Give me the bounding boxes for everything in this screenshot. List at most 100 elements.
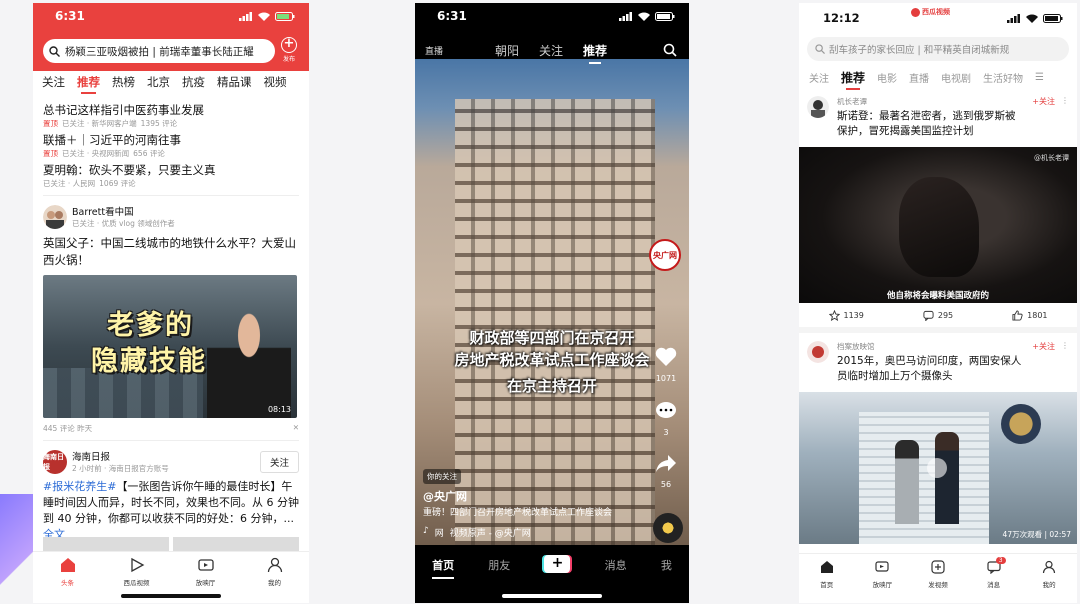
video-title[interactable]: 斯诺登：最著名泄密者，逃到俄罗斯被保护，冒死揭露美国监控计划 bbox=[837, 109, 1024, 139]
search-icon[interactable] bbox=[663, 43, 677, 57]
heart-icon bbox=[655, 347, 677, 366]
video-thumbnail[interactable]: 老爹的 隐藏技能 08:13 bbox=[43, 275, 297, 418]
person-image bbox=[895, 440, 919, 524]
pin-tag: 置顶 bbox=[43, 119, 58, 128]
nav-mine[interactable]: 我的 bbox=[255, 557, 295, 603]
play-icon[interactable] bbox=[927, 458, 947, 478]
nav-label: 我的 bbox=[1042, 581, 1056, 589]
more-icon[interactable]: ⋮ bbox=[1061, 96, 1069, 139]
tab-tv-series[interactable]: 电视剧 bbox=[941, 70, 971, 85]
hainan-post-text[interactable]: #报米花养生#【一张图告诉你午睡的最佳时长】午睡时间因人而异，时长不同，效果也不… bbox=[43, 479, 299, 543]
nav-home[interactable]: 头条 bbox=[48, 557, 88, 603]
video-thumbnail[interactable]: @机长老谭 他自称将会曝料美国政府的 bbox=[799, 147, 1077, 303]
status-bar: 12:12 西瓜视频 bbox=[799, 3, 1077, 33]
post-author[interactable]: Barrett看中国 已关注 · 优质 vlog 领域创作者 bbox=[43, 204, 299, 229]
nav-label: 我的 bbox=[268, 579, 281, 587]
music-info[interactable]: ♪ 网 视频原声 - @央广网 bbox=[423, 526, 643, 539]
nav-messages[interactable]: 消息 bbox=[605, 557, 627, 573]
tab-beijing[interactable]: 北京 bbox=[147, 74, 170, 90]
search-text: 杨颖三亚吸烟被拍 | 前瑞幸董事长陆正耀 bbox=[65, 45, 254, 58]
nav-me[interactable]: 我 bbox=[661, 557, 672, 573]
like-button[interactable]: 1139 bbox=[828, 309, 864, 321]
news-meta: 置顶 已关注 · 央视网新闻 656 评论 bbox=[43, 148, 299, 159]
tab-recommend[interactable]: 推荐 bbox=[841, 69, 865, 90]
status-time: 6:31 bbox=[55, 9, 85, 23]
tab-hot[interactable]: 热榜 bbox=[112, 74, 135, 90]
tab-courses[interactable]: 精品课 bbox=[217, 74, 252, 90]
nav-home[interactable]: 首页 bbox=[807, 560, 847, 603]
home-icon bbox=[60, 558, 75, 572]
hainan-name: 海南日报 bbox=[72, 452, 111, 463]
play-icon bbox=[130, 557, 144, 573]
comment-count: 295 bbox=[937, 310, 954, 320]
tab-follow[interactable]: 关注 bbox=[42, 74, 65, 90]
tab-live[interactable]: 直播 bbox=[909, 70, 929, 85]
share-button[interactable]: 56 bbox=[651, 451, 681, 489]
tab-video[interactable]: 视频 bbox=[264, 74, 287, 90]
video-thumbnail[interactable]: 47万次观看 | 02:57 bbox=[799, 392, 1077, 544]
search-input[interactable]: 刮车孩子的家长回应 | 和平精英自闭城新规 bbox=[807, 37, 1069, 61]
news-item[interactable]: 夏明翰：砍头不要紧，只要主义真 已关注 · 人民网 1069 评论 bbox=[43, 163, 299, 189]
follow-button[interactable]: 关注 bbox=[259, 450, 299, 473]
nav-post-video[interactable]: 发视频 bbox=[918, 560, 958, 603]
video-caption-line2: 隐藏技能 bbox=[91, 346, 207, 377]
news-title: 总书记这样指引中医药事业发展 bbox=[43, 103, 204, 117]
video-card: 机长老谭 斯诺登：最著名泄密者，逃到俄罗斯被保护，冒死揭露美国监控计划 +关注 … bbox=[799, 96, 1077, 303]
search-placeholder: 刮车孩子的家长回应 | 和平精英自闭城新规 bbox=[829, 45, 1010, 56]
post-comments: 445 评论 昨天 bbox=[43, 424, 93, 433]
nav-friends[interactable]: 朋友 bbox=[488, 557, 510, 573]
avatar[interactable] bbox=[807, 341, 829, 363]
hainan-author[interactable]: 海南日报 海南日报 2 小时前 · 海南日报官方账号 关注 bbox=[43, 449, 299, 474]
more-icon[interactable]: ⋮ bbox=[1061, 341, 1069, 384]
thumbs-up-button[interactable]: 1801 bbox=[1012, 309, 1048, 321]
news-title: 夏明翰：砍头不要紧，只要主义真 bbox=[43, 163, 216, 177]
search-bar[interactable]: 杨颖三亚吸烟被拍 | 前瑞幸董事长陆正耀 bbox=[43, 39, 275, 63]
status-bar: 6:31 bbox=[33, 3, 309, 29]
divider bbox=[43, 195, 299, 196]
post-title[interactable]: 英国父子：中国二线城市的地铁什么水平？大爱山西火锅！ bbox=[43, 235, 299, 269]
thumbs-up-icon bbox=[1012, 309, 1023, 321]
tab-chaoyang[interactable]: 朝阳 bbox=[495, 42, 519, 59]
nav-mine[interactable]: 我的 bbox=[1029, 560, 1069, 603]
tab-follow[interactable]: 关注 bbox=[809, 70, 829, 85]
like-button[interactable]: 1071 bbox=[651, 345, 681, 383]
create-button[interactable]: + bbox=[544, 555, 571, 573]
tab-recommend[interactable]: 推荐 bbox=[583, 42, 607, 64]
channel-name[interactable]: 机长老谭 bbox=[837, 96, 1024, 107]
news-meta: 置顶 已关注 · 新华网客户端 1395 评论 bbox=[43, 118, 299, 129]
news-item[interactable]: 总书记这样指引中医药事业发展 置顶 已关注 · 新华网客户端 1395 评论 bbox=[43, 103, 299, 129]
account-handle[interactable]: @央广网 bbox=[423, 488, 643, 504]
music-disc[interactable] bbox=[653, 513, 683, 543]
nav-theater[interactable]: 放映厅 bbox=[862, 560, 902, 603]
comment-button[interactable]: 3 bbox=[651, 399, 681, 437]
following-badge: 你的关注 bbox=[423, 469, 461, 484]
news-source: 已关注 · 新华网客户端 bbox=[62, 119, 137, 128]
image-preview-strip bbox=[43, 537, 299, 551]
tab-recommend[interactable]: 推荐 bbox=[77, 74, 100, 94]
close-icon[interactable]: ✕ bbox=[293, 423, 299, 434]
follow-button[interactable]: +关注 bbox=[1032, 96, 1055, 139]
hashtag[interactable]: #报米花养生# bbox=[43, 480, 116, 493]
star-icon bbox=[828, 309, 840, 321]
menu-icon[interactable]: ☰ bbox=[1035, 72, 1044, 83]
search-icon bbox=[49, 45, 60, 57]
nav-messages[interactable]: 3 消息 bbox=[974, 557, 1014, 603]
publish-label: 发布 bbox=[282, 56, 295, 63]
video-title[interactable]: 2015年，奥巴马访问印度，两国安保人员临时增加上万个摄像头 bbox=[837, 354, 1024, 384]
follow-button[interactable]: +关注 bbox=[1032, 341, 1055, 384]
tab-lifestyle[interactable]: 生活好物 bbox=[983, 70, 1023, 85]
news-item[interactable]: 联播＋｜习近平的河南往事 置顶 已关注 · 央视网新闻 656 评论 bbox=[43, 133, 299, 159]
tab-movies[interactable]: 电影 bbox=[877, 70, 897, 85]
publish-button[interactable]: + 发布 bbox=[275, 37, 303, 63]
status-bar: 6:31 bbox=[415, 3, 689, 29]
live-tab[interactable]: 直播 bbox=[425, 44, 443, 57]
account-avatar[interactable]: 央广网 bbox=[649, 239, 681, 271]
tab-follow[interactable]: 关注 bbox=[539, 42, 563, 59]
status-icons bbox=[239, 11, 295, 21]
video-description[interactable]: 重磅！四部门召开房地产税改革试点工作座谈会 bbox=[423, 507, 643, 520]
avatar[interactable] bbox=[807, 96, 829, 118]
tab-antiepidemic[interactable]: 抗疫 bbox=[182, 74, 205, 90]
comment-button[interactable]: 295 bbox=[923, 310, 953, 321]
nav-home[interactable]: 首页 bbox=[432, 557, 455, 579]
channel-name[interactable]: 档案放映馆 bbox=[837, 341, 1024, 352]
